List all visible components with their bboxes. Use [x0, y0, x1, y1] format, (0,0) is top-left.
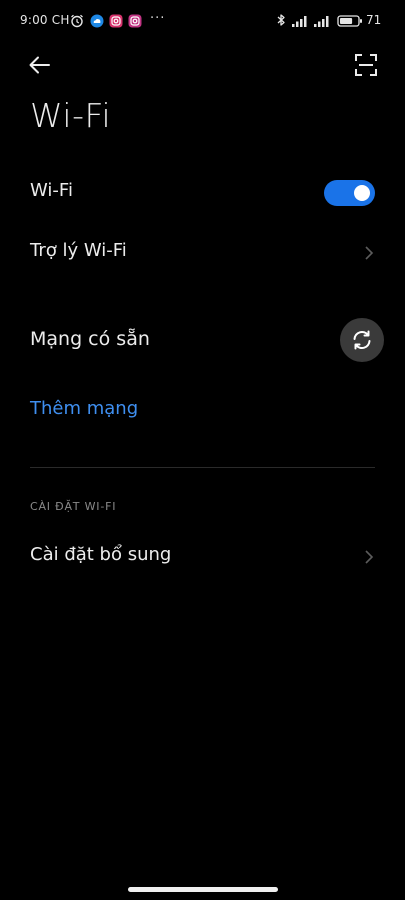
- status-bar: 9:00 CH ··· 71: [0, 0, 405, 44]
- signal-icon: [314, 16, 329, 27]
- overflow-dots: ···: [150, 11, 166, 26]
- scan-qr-icon: [355, 54, 377, 76]
- signal-icon: [292, 16, 307, 27]
- refresh-button[interactable]: [340, 318, 384, 362]
- divider: [30, 467, 375, 468]
- instagram-icon: [109, 14, 123, 28]
- instagram-icon: [128, 14, 142, 28]
- add-network-link[interactable]: Thêm mạng: [30, 398, 138, 419]
- scan-qr-button[interactable]: [354, 53, 378, 77]
- back-arrow-icon: [29, 56, 50, 74]
- wifi-toggle-label: Wi-Fi: [30, 180, 73, 201]
- battery-percent: 71: [366, 13, 382, 27]
- wifi-assistant-label: Trợ lý Wi-Fi: [30, 240, 127, 261]
- additional-settings-row[interactable]: Cài đặt bổ sung: [0, 534, 405, 580]
- available-networks-label: Mạng có sẵn: [30, 328, 150, 350]
- toggle-knob: [354, 185, 370, 201]
- home-indicator[interactable]: [128, 887, 278, 892]
- page-title: Wi-Fi: [30, 96, 112, 135]
- battery-icon: [337, 15, 362, 27]
- section-header-wifi-settings: CÀI ĐẶT WI-FI: [30, 500, 117, 513]
- wifi-toggle-switch[interactable]: [324, 180, 375, 206]
- chevron-right-icon: [365, 550, 374, 564]
- status-time: 9:00 CH: [20, 13, 70, 27]
- chevron-right-icon: [365, 246, 374, 260]
- back-button[interactable]: [26, 52, 54, 78]
- bluetooth-icon: [277, 14, 285, 26]
- wifi-assistant-row[interactable]: Trợ lý Wi-Fi: [0, 230, 405, 276]
- additional-settings-label: Cài đặt bổ sung: [30, 544, 172, 565]
- cloud-app-icon: [90, 14, 104, 28]
- alarm-icon: [71, 14, 83, 28]
- refresh-icon: [353, 330, 371, 350]
